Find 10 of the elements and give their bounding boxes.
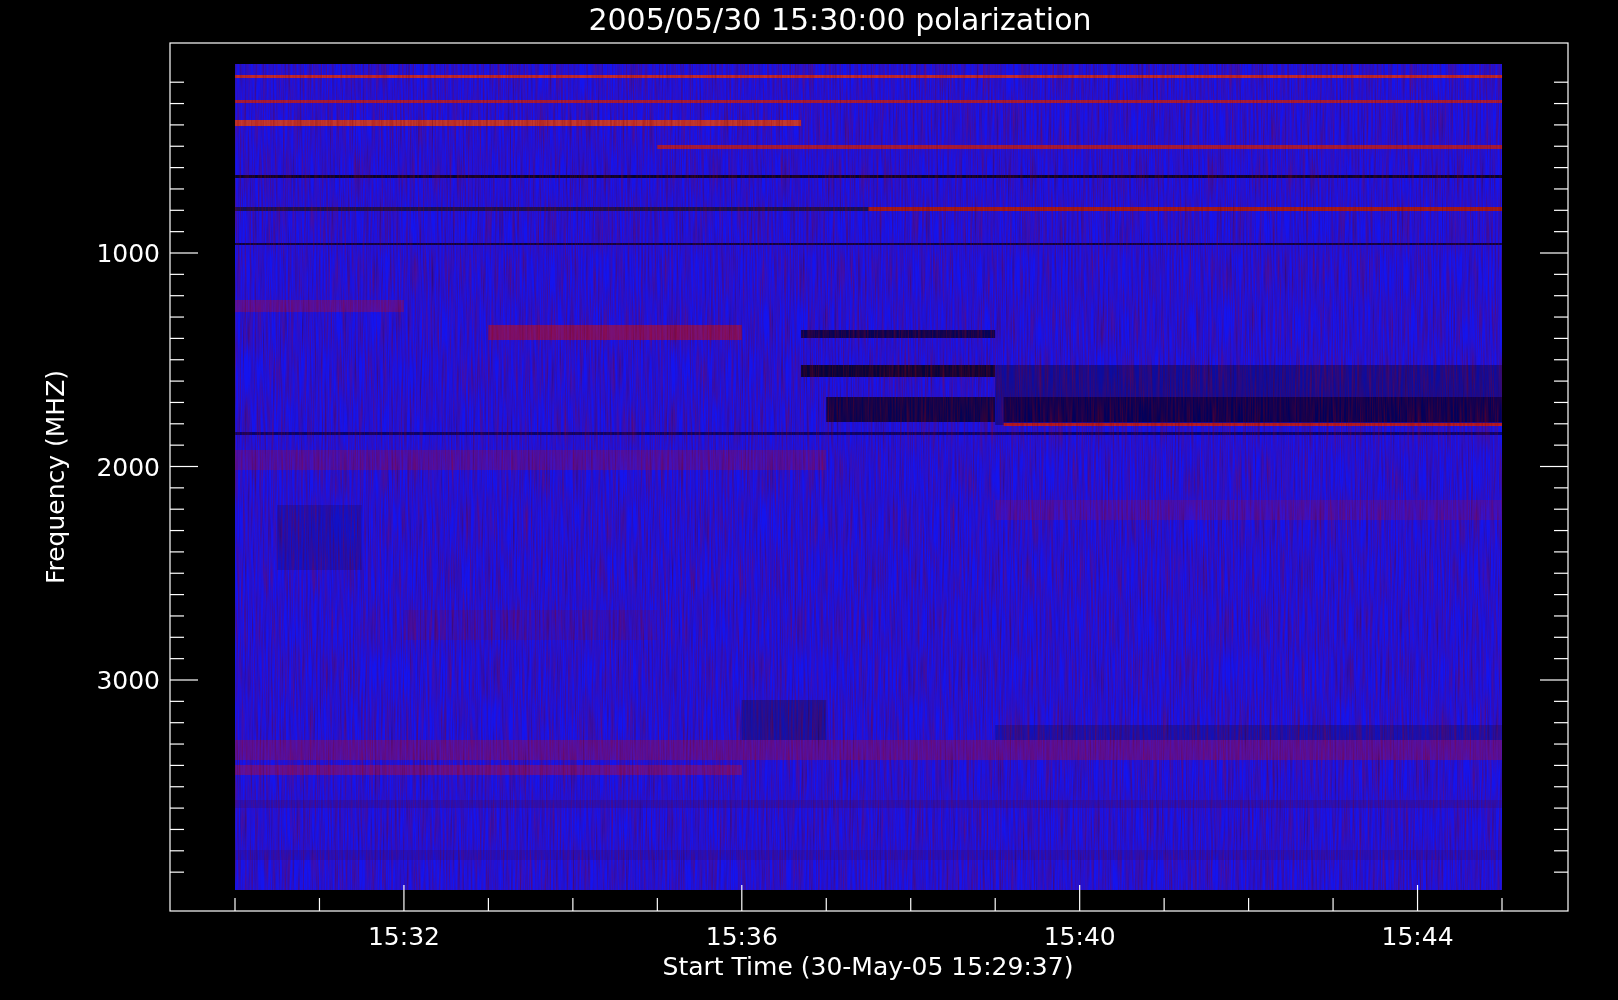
y-tick-label: 2000 bbox=[96, 452, 160, 482]
x-tick-label: 15:32 bbox=[367, 922, 440, 951]
y-tick-label: 1000 bbox=[96, 239, 160, 268]
x-tick-label: 15:40 bbox=[1043, 922, 1116, 951]
x-axis-label: Start Time (30-May-05 15:29:37) bbox=[662, 952, 1074, 981]
x-tick-label: 15:36 bbox=[705, 922, 778, 951]
y-tick-label: 3000 bbox=[96, 666, 160, 695]
y-axis-label: Frequency (MHZ) bbox=[41, 369, 70, 585]
x-tick-label: 15:44 bbox=[1381, 922, 1454, 951]
chart-title: 2005/05/30 15:30:00 polarization bbox=[588, 2, 1092, 37]
